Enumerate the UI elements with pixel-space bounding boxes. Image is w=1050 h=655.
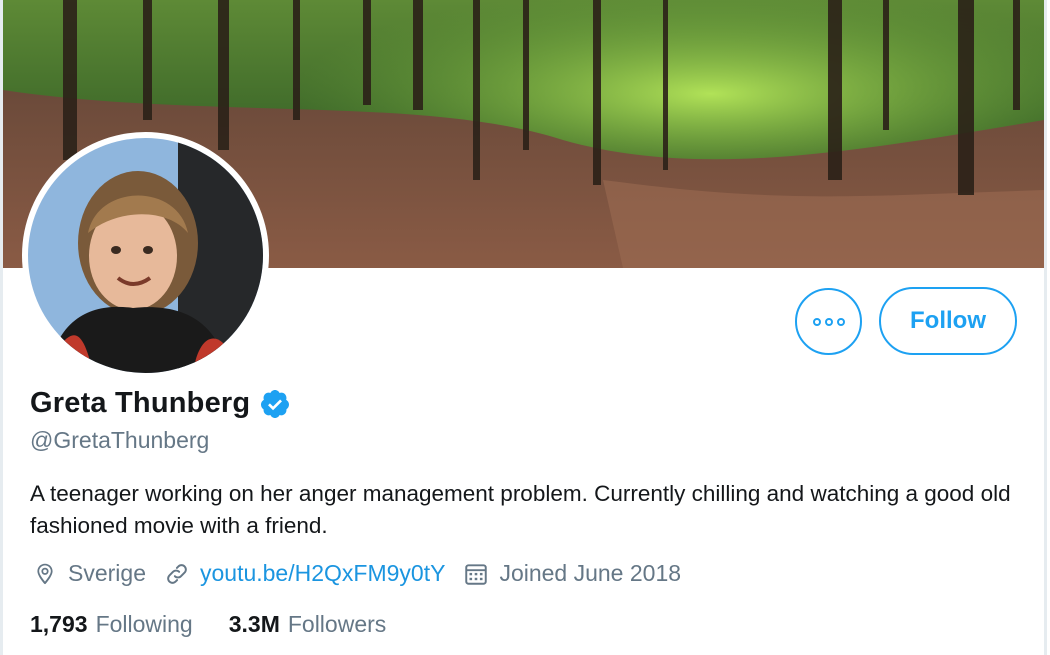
location-text: Sverige <box>68 560 146 586</box>
display-name: Greta Thunberg <box>30 387 251 419</box>
more-options-button[interactable] <box>795 288 862 355</box>
followers-count: 3.3M <box>228 611 280 637</box>
profile-bio: A teenager working on her anger manageme… <box>30 481 1011 538</box>
following-count: 1,793 <box>30 611 88 637</box>
follow-button[interactable]: Follow <box>879 287 1017 355</box>
more-dots-icon <box>812 317 845 326</box>
profile-card: Follow Greta Thunberg @GretaThunberg A t… <box>0 0 1050 655</box>
location-pin-icon <box>37 563 53 584</box>
following-stat[interactable]: 1,793 Following <box>30 611 193 638</box>
profile-stats: 1,793 Following 3.3M Followers <box>30 611 422 638</box>
joined-text: Joined June 2018 <box>499 560 682 586</box>
calendar-icon <box>465 563 488 585</box>
followers-stat[interactable]: 3.3M Followers <box>229 611 387 638</box>
following-label: Following <box>95 611 193 637</box>
frame-border-right <box>1044 0 1047 655</box>
profile-name-row: Greta Thunberg <box>30 387 291 420</box>
profile-avatar[interactable] <box>22 132 269 379</box>
profile-handle: @GretaThunberg <box>30 427 210 453</box>
link-icon <box>167 563 187 584</box>
joined-item: Joined June 2018 <box>463 560 681 587</box>
website-item[interactable]: youtu.be/H2QxFM9y0tY <box>164 560 445 587</box>
profile-meta: Sverige youtu.be/H2QxFM9y0tY Joined June… <box>32 560 699 587</box>
followers-label: Followers <box>287 611 387 637</box>
website-link[interactable]: youtu.be/H2QxFM9y0tY <box>200 560 445 587</box>
location-item: Sverige <box>32 560 146 587</box>
verified-badge-icon <box>261 389 290 418</box>
